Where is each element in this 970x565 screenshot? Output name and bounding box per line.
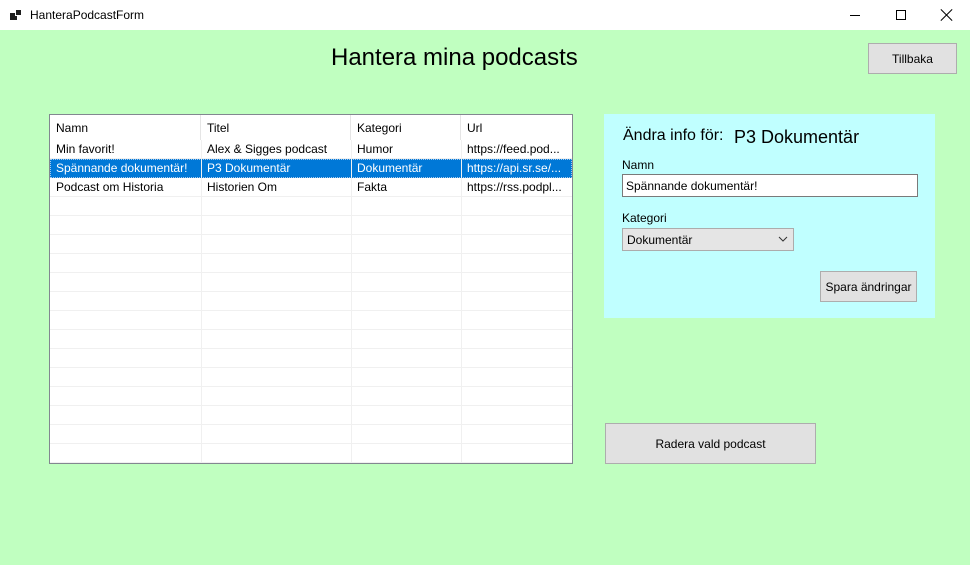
edit-heading: Ändra info för: [623,127,724,144]
maximize-icon [896,10,906,20]
column-header-url[interactable]: Url [461,115,572,140]
list-header: Namn Titel Kategori Url [50,115,572,140]
close-icon [941,9,953,21]
delete-button[interactable]: Radera vald podcast [605,423,816,464]
category-label: Kategori [622,211,667,225]
minimize-button[interactable] [832,0,878,30]
column-header-kategori[interactable]: Kategori [351,115,461,140]
cell-url: https://feed.pod... [467,142,560,156]
cell-url: https://rss.podpl... [467,180,562,194]
cell-titel: Alex & Sigges podcast [207,142,328,156]
save-button[interactable]: Spara ändringar [820,271,917,302]
edit-panel: Ändra info för: P3 Dokumentär Namn Kateg… [604,114,935,318]
cell-kategori: Dokumentär [357,161,423,175]
cell-titel: Historien Om [207,180,278,194]
cell-namn: Spännande dokumentär! [56,161,188,175]
close-button[interactable] [924,0,970,30]
edit-current-title: P3 Dokumentär [734,127,860,147]
category-select[interactable]: Dokumentär [622,228,794,251]
table-row[interactable]: Podcast om Historia Historien Om Fakta http… [50,178,572,197]
window-title: HanteraPodcastForm [30,8,145,22]
chevron-down-icon [778,236,788,242]
cell-namn: Podcast om Historia [56,180,164,194]
maximize-button[interactable] [878,0,924,30]
name-label: Namn [622,158,655,172]
podcast-list[interactable]: Namn Titel Kategori Url Min favorit! Alex & … [49,114,573,464]
cell-url: https://api.sr.se/... [467,161,562,175]
table-row[interactable]: Spännande dokumentär! P3 Dokumentär Dokume… [50,159,572,178]
back-button[interactable]: Tillbaka [868,43,957,74]
cell-titel: P3 Dokumentär [207,161,291,175]
category-selected-value: Dokumentär [627,233,693,247]
title-bar: HanteraPodcastForm [0,0,970,30]
table-row[interactable]: Min favorit! Alex & Sigges podcast Humor ht… [50,140,572,159]
page-title: Hantera mina podcasts [331,44,578,71]
cell-kategori: Fakta [357,180,388,194]
name-input[interactable] [622,174,918,197]
minimize-icon [850,14,860,16]
app-icon [10,9,23,21]
cell-kategori: Humor [357,142,394,156]
cell-namn: Min favorit! [56,142,115,156]
column-header-namn[interactable]: Namn [50,115,201,140]
column-header-titel[interactable]: Titel [201,115,351,140]
